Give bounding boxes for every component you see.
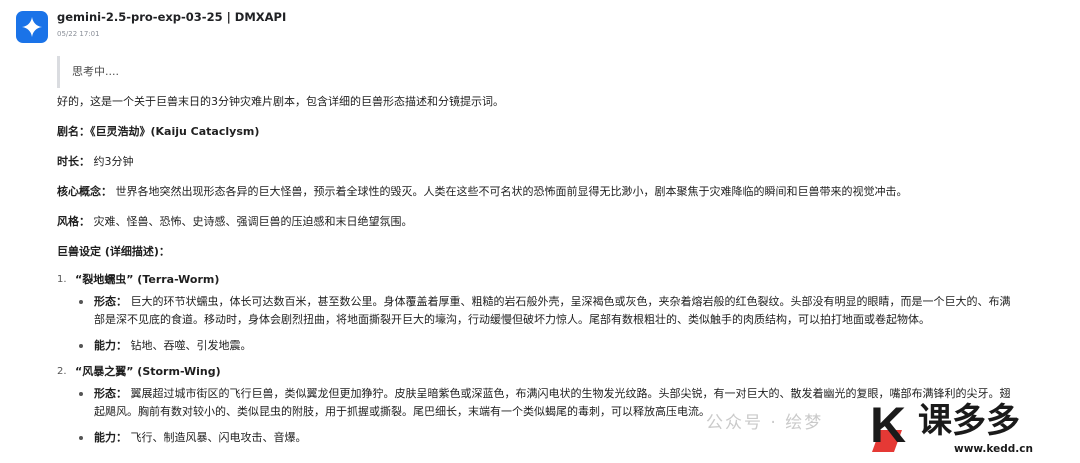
title-paragraph: 剧名：《巨灵浩劫》(Kaiju Cataclysm) (57, 123, 1080, 141)
list-number: 1. (57, 274, 67, 285)
bullet-item: 形态： 巨大的环节状蠕虫，体长可达数百米，甚至数公里。身体覆盖着厚重、粗糙的岩石… (57, 293, 1080, 329)
duration-value: 约3分钟 (93, 155, 134, 168)
list-item: 2. “风暴之翼” (Storm-Wing) (57, 363, 1080, 381)
ability-text: 飞行、制造风暴、闪电攻击、音爆。 (130, 431, 307, 444)
ability-label: 能力： (94, 431, 127, 444)
logo-k-mark: K (870, 397, 907, 453)
monster-name: “风暴之翼” (Storm-Wing) (75, 365, 221, 378)
bullet-dot-icon (79, 300, 83, 304)
duration-paragraph: 时长： 约3分钟 (57, 153, 1080, 171)
gemini-sparkle-icon (22, 17, 42, 37)
list-number: 2. (57, 366, 67, 377)
logo-url-text: www.kedd.cn (954, 443, 1033, 455)
thinking-block: 思考中.... (57, 56, 1080, 88)
title-label: 剧名： (57, 125, 90, 138)
bullet-item: 能力： 钻地、吞噬、引发地震。 (57, 337, 1080, 355)
form-label: 形态： (94, 295, 127, 308)
message-content: 思考中.... 好的，这是一个关于巨兽末日的3分钟灾难片剧本，包含详细的巨兽形态… (57, 56, 1080, 455)
title-value: 《巨灵浩劫》(Kaiju Cataclysm) (90, 125, 260, 138)
intro-paragraph: 好的，这是一个关于巨兽末日的3分钟灾难片剧本，包含详细的巨兽形态描述和分镜提示词… (57, 95, 504, 108)
form-label: 形态： (94, 387, 127, 400)
bullet-line: 形态： 巨大的环节状蠕虫，体长可达数百米，甚至数公里。身体覆盖着厚重、粗糙的岩石… (94, 293, 1080, 311)
form-text-line2: 部是深不见底的食道。移动时，身体会剧烈扭曲，将地面撕裂开巨大的壕沟，行动缓慢但破… (94, 313, 930, 326)
monster-section-title: 巨兽设定 (详细描述)： (57, 245, 170, 258)
bullet-line: 能力： 钻地、吞噬、引发地震。 (94, 337, 1080, 355)
monster-name: “裂地蠕虫” (Terra-Worm) (75, 273, 220, 286)
list-item: 1. “裂地蠕虫” (Terra-Worm) (57, 271, 1080, 289)
style-value: 灾难、怪兽、恐怖、史诗感、强调巨兽的压迫感和末日绝望氛围。 (93, 215, 413, 228)
logo-chinese-text: 课多多 (918, 401, 1020, 441)
ability-text: 钻地、吞噬、引发地震。 (130, 339, 252, 352)
bullet-dot-icon (79, 436, 83, 440)
message-timestamp: 05/22 17:01 (57, 30, 100, 38)
concept-value: 世界各地突然出现形态各异的巨大怪兽，预示着全球性的毁灭。人类在这些不可名状的恐怖… (115, 185, 908, 198)
concept-label: 核心概念： (57, 185, 112, 198)
site-logo: K 课多多 www.kedd.cn (868, 398, 1080, 463)
bullet-dot-icon (79, 344, 83, 348)
watermark-text: 公众号 · 绘梦 (706, 413, 824, 433)
style-paragraph: 风格： 灾难、怪兽、恐怖、史诗感、强调巨兽的压迫感和末日绝望氛围。 (57, 213, 1080, 231)
model-name: gemini-2.5-pro-exp-03-25 | DMXAPI (57, 10, 287, 24)
bullet-dot-icon (79, 392, 83, 396)
gemini-avatar (16, 11, 48, 43)
form-text-line1: 巨大的环节状蠕虫，体长可达数百米，甚至数公里。身体覆盖着厚重、粗糙的岩石般外壳，… (130, 295, 1011, 308)
ability-label: 能力： (94, 339, 127, 352)
concept-paragraph: 核心概念： 世界各地突然出现形态各异的巨大怪兽，预示着全球性的毁灭。人类在这些不… (57, 183, 1080, 201)
style-label: 风格： (57, 215, 90, 228)
duration-label: 时长： (57, 155, 90, 168)
